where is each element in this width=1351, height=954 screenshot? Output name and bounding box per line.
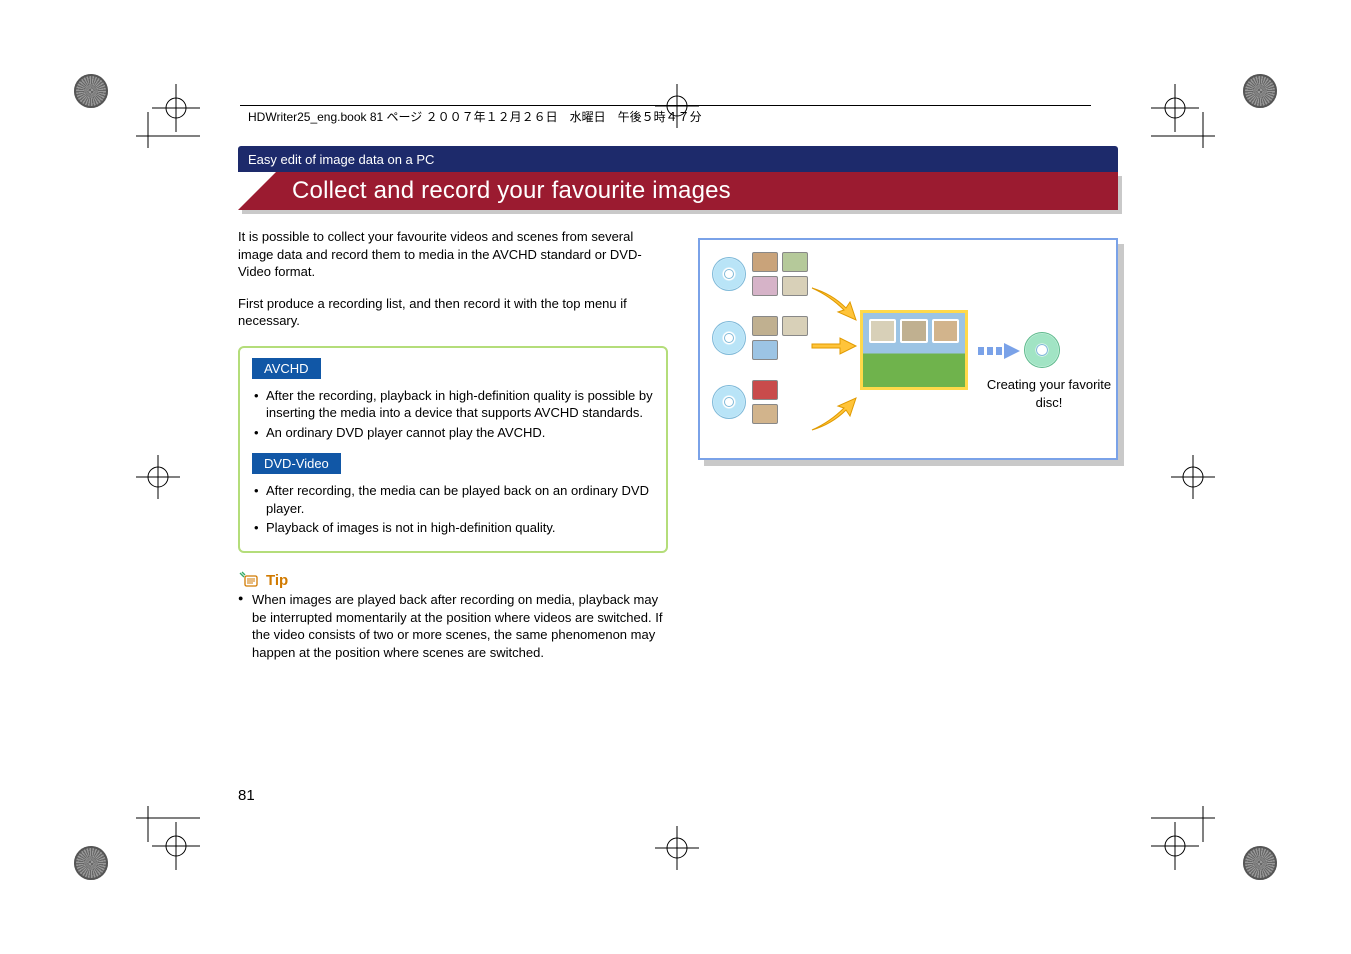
- thumbnail-icon: [752, 380, 778, 400]
- format-info-box: AVCHD After the recording, playback in h…: [238, 346, 668, 553]
- dvd-video-badge: DVD-Video: [252, 453, 341, 474]
- header-rule: [240, 105, 1091, 106]
- compilation-panel: [860, 310, 968, 390]
- list-item: When images are played back after record…: [238, 591, 668, 661]
- avchd-list: After the recording, playback in high-de…: [252, 387, 654, 442]
- registration-mark: [1243, 74, 1277, 108]
- page-title-bar: Collect and record your favourite images: [238, 172, 1118, 210]
- page-title: Collect and record your favourite images: [292, 177, 731, 205]
- arrow-icon: [976, 340, 1022, 362]
- intro-text: It is possible to collect your favourite…: [238, 228, 668, 330]
- thumbnail-icon: [782, 276, 808, 296]
- registration-mark: [74, 74, 108, 108]
- thumbnail-icon: [752, 276, 778, 296]
- arrow-icon: [810, 394, 862, 434]
- arrow-icon: [810, 336, 858, 356]
- tip-icon: [238, 571, 260, 589]
- thumbnail-icon: [782, 316, 808, 336]
- tip-heading: Tip: [238, 571, 668, 589]
- list-item: Playback of images is not in high-defini…: [252, 519, 654, 537]
- output-disc: [1024, 332, 1060, 368]
- crop-mark: [655, 826, 699, 870]
- crop-mark: [1151, 84, 1215, 148]
- thumbnail-icon: [752, 252, 778, 272]
- disc-icon: [712, 385, 746, 419]
- list-item: An ordinary DVD player cannot play the A…: [252, 424, 654, 442]
- tip-label: Tip: [266, 572, 288, 589]
- diagram-caption: Creating your favorite disc!: [984, 376, 1114, 411]
- thumbnail-icon: [752, 404, 778, 424]
- source-disc: [712, 316, 808, 360]
- crop-mark: [136, 455, 180, 499]
- section-breadcrumb: Easy edit of image data on a PC: [238, 146, 1118, 172]
- thumbnail-icon: [900, 319, 927, 343]
- workflow-diagram: Creating your favorite disc!: [698, 238, 1118, 460]
- crop-mark: [136, 84, 200, 148]
- arrow-icon: [810, 286, 862, 326]
- list-item: After recording, the media can be played…: [252, 482, 654, 517]
- thumbnail-icon: [752, 316, 778, 336]
- source-disc: [712, 252, 808, 296]
- disc-icon: [712, 321, 746, 355]
- tip-list: When images are played back after record…: [238, 591, 668, 661]
- thumbnail-icon: [869, 319, 896, 343]
- crop-mark: [1171, 455, 1215, 499]
- registration-mark: [74, 846, 108, 880]
- source-disc: [712, 380, 808, 424]
- thumbnail-icon: [782, 252, 808, 272]
- crop-mark: [1151, 806, 1215, 870]
- avchd-badge: AVCHD: [252, 358, 321, 379]
- crop-mark: [136, 806, 200, 870]
- thumbnail-icon: [752, 340, 778, 360]
- disc-icon: [712, 257, 746, 291]
- registration-mark: [1243, 846, 1277, 880]
- page-number: 81: [238, 787, 255, 804]
- list-item: After the recording, playback in high-de…: [252, 387, 654, 422]
- dvd-list: After recording, the media can be played…: [252, 482, 654, 537]
- intro-paragraph: It is possible to collect your favourite…: [238, 228, 668, 281]
- header-file-info: HDWriter25_eng.book 81 ページ ２００７年１２月２６日 水…: [248, 108, 702, 125]
- thumbnail-icon: [932, 319, 959, 343]
- intro-paragraph: First produce a recording list, and then…: [238, 295, 668, 330]
